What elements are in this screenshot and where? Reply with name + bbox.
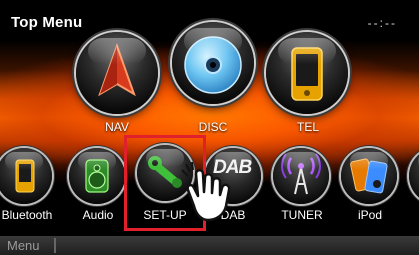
next-item-button[interactable] <box>409 148 419 204</box>
menu-divider <box>54 238 56 253</box>
top-menu-screen: Top Menu --:-- NAV DISC TEL Bluetooth Au… <box>0 0 419 255</box>
nav-label: NAV <box>105 120 129 134</box>
bluetooth-phone-icon <box>15 159 35 193</box>
menu-button[interactable]: Menu <box>7 238 40 253</box>
speaker-icon <box>85 159 109 193</box>
audio-label: Audio <box>82 208 114 222</box>
radio-tower-icon <box>281 153 321 195</box>
tuner-label: TUNER <box>281 208 323 222</box>
disc-label: DISC <box>198 120 228 134</box>
page-title: Top Menu <box>11 14 83 31</box>
clock-display: --:-- <box>367 16 397 30</box>
bluetooth-label: Bluetooth <box>1 208 53 222</box>
ipod-button[interactable] <box>341 148 397 204</box>
nav-button[interactable] <box>76 32 158 114</box>
disc-icon <box>184 36 242 94</box>
tel-button[interactable] <box>266 32 348 114</box>
tel-label: TEL <box>296 120 319 134</box>
menu-bar: Menu <box>0 236 419 255</box>
ipod-label: iPod <box>357 208 383 222</box>
ipod-icon <box>350 158 388 194</box>
pointing-hand-icon <box>181 161 231 222</box>
disc-button[interactable] <box>172 22 254 104</box>
nav-arrow-icon <box>98 43 136 97</box>
bluetooth-button[interactable] <box>0 148 52 204</box>
tuner-button[interactable] <box>273 148 329 204</box>
phone-icon <box>291 47 323 101</box>
audio-button[interactable] <box>69 148 125 204</box>
